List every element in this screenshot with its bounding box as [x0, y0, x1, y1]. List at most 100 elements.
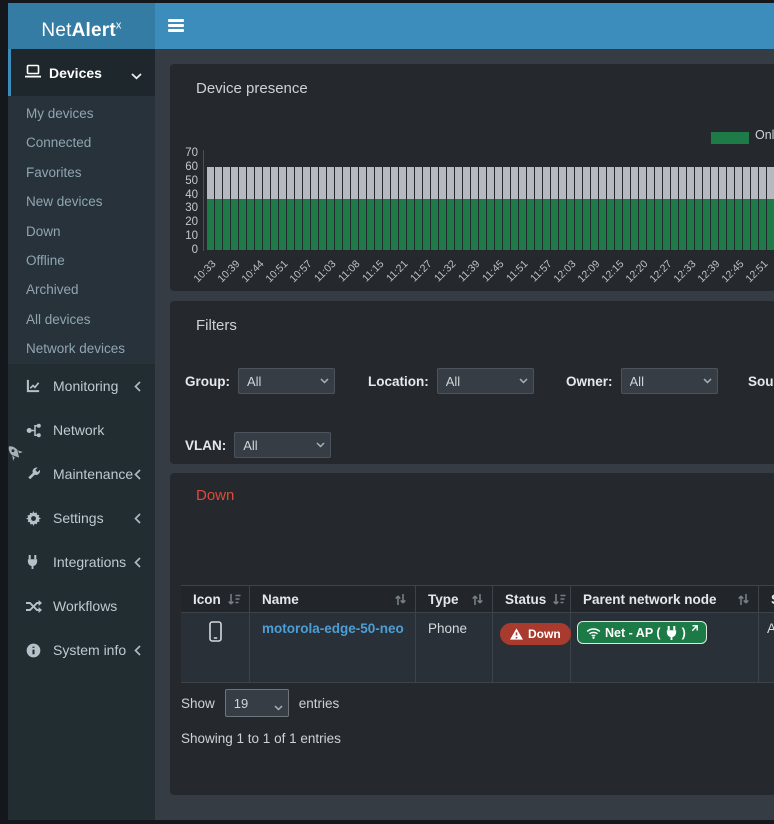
presence-bar	[631, 167, 638, 250]
y-tick-label: 30	[170, 201, 198, 215]
sort-amount-icon	[227, 593, 241, 606]
sidebar-item-workflows[interactable]: Workflows	[8, 584, 155, 628]
sidebar-item-settings[interactable]: Settings	[8, 496, 155, 540]
y-tick-label: 0	[170, 243, 198, 257]
page-size-row: Show 19 entries	[181, 689, 339, 717]
mobile-phone-icon	[209, 621, 222, 642]
filter-select-wrap: All	[621, 368, 718, 394]
presence-bar	[479, 167, 486, 250]
presence-bar	[711, 167, 718, 250]
presence-bar	[311, 167, 318, 250]
sort-both-icon	[737, 593, 750, 606]
chevron-left-icon	[134, 469, 141, 480]
column-header-icon[interactable]: Icon	[181, 586, 250, 612]
presence-bar	[423, 167, 430, 250]
column-header-name[interactable]: Name	[250, 586, 416, 612]
filter-select-vlan[interactable]: All	[234, 432, 331, 458]
presence-bar	[519, 167, 526, 250]
column-header-parent-network-node[interactable]: Parent network node	[571, 586, 759, 612]
hamburger-icon[interactable]	[168, 19, 186, 33]
filter-select-wrap: All	[437, 368, 534, 394]
presence-bar	[583, 167, 590, 250]
filter-select-location[interactable]: All	[437, 368, 534, 394]
presence-bar	[415, 167, 422, 250]
parent-node-label: Net - AP (	[605, 626, 661, 640]
presence-bar	[223, 167, 230, 250]
sidebar-item-label: Maintenance	[53, 466, 133, 482]
presence-bar	[727, 167, 734, 250]
sidebar-item-connected[interactable]: Connected	[8, 128, 155, 157]
parent-node-cell: Net - AP ()	[571, 613, 759, 682]
app-logo[interactable]: NetAlertx	[8, 3, 155, 49]
plug-icon	[665, 626, 678, 640]
sidebar-item-label: Monitoring	[53, 378, 118, 394]
sidebar-item-integrations[interactable]: Integrations	[8, 540, 155, 584]
presence-bar	[383, 167, 390, 250]
sort-both-icon	[394, 593, 407, 606]
sidebar-item-network-devices[interactable]: Network devices	[8, 334, 155, 363]
sidebar-item-system-info[interactable]: System info	[8, 628, 155, 672]
sidebar-item-all-devices[interactable]: All devices	[8, 305, 155, 334]
wifi-icon	[586, 627, 601, 639]
filter-select-group[interactable]: All	[238, 368, 335, 394]
presence-bar	[615, 167, 622, 250]
sidebar-item-my-devices[interactable]: My devices	[8, 99, 155, 128]
devices-submenu: My devicesConnectedFavoritesNew devicesD…	[8, 96, 155, 364]
column-header-status[interactable]: Status	[493, 586, 571, 612]
warning-triangle-icon	[510, 628, 523, 640]
legend-online-label[interactable]: Online	[755, 128, 774, 142]
y-tick-label: 70	[170, 146, 198, 160]
filters-panel: Filters Group:AllLocation:AllOwner:AllSo…	[170, 301, 774, 464]
filter-location: Location:All	[368, 367, 534, 395]
chevron-left-icon	[134, 645, 141, 656]
sidebar-item-offline[interactable]: Offline	[8, 246, 155, 275]
sidebar-item-new-devices[interactable]: New devices	[8, 187, 155, 216]
presence-bar	[687, 167, 694, 250]
plug-icon	[26, 555, 44, 569]
presence-bar	[559, 167, 566, 250]
sidebar-item-devices[interactable]: Devices	[8, 49, 155, 96]
presence-bar	[487, 167, 494, 250]
presence-bar	[231, 167, 238, 250]
sidebar-item-archived[interactable]: Archived	[8, 275, 155, 304]
filter-vlan: VLAN: All	[185, 431, 331, 459]
presence-bar	[751, 167, 758, 250]
sidebar-item-maintenance[interactable]: Maintenance	[8, 452, 155, 496]
sidebar-item-label: Settings	[53, 510, 104, 526]
sidebar-item-favorites[interactable]: Favorites	[8, 158, 155, 187]
rocket-icon[interactable]	[6, 444, 24, 467]
column-header-s[interactable]: S	[759, 586, 774, 612]
presence-bar	[511, 167, 518, 250]
sort-amount-icon	[552, 593, 566, 606]
column-label: Status	[505, 592, 546, 607]
presence-bar	[527, 167, 534, 250]
device-presence-panel: Device presence Online 010203040506070 1…	[170, 64, 774, 291]
sidebar-item-monitoring[interactable]: Monitoring	[8, 364, 155, 408]
presence-bar	[543, 167, 550, 250]
parent-node-badge[interactable]: Net - AP ()	[577, 621, 707, 644]
sidebar-item-label: Devices	[49, 65, 102, 81]
column-header-type[interactable]: Type	[416, 586, 493, 612]
presence-bar	[767, 167, 774, 250]
filter-label: VLAN:	[185, 438, 226, 453]
page-size-select[interactable]: 19	[225, 689, 289, 717]
presence-bar	[647, 167, 654, 250]
panel-title: Filters	[196, 317, 237, 334]
sidebar-item-down[interactable]: Down	[8, 217, 155, 246]
external-link-icon	[690, 625, 698, 633]
devices-table: Icon Name Type Status Parent network nodeSmo…	[181, 585, 774, 683]
device-icon-cell	[181, 613, 250, 682]
content-area: Device presence Online 010203040506070 1…	[155, 49, 774, 820]
sidebar-item-network[interactable]: Network	[8, 408, 155, 452]
info-icon	[26, 643, 44, 658]
presence-bar	[591, 167, 598, 250]
presence-bar	[327, 167, 334, 250]
legend-online-swatch[interactable]	[711, 132, 749, 144]
column-label: Name	[262, 592, 299, 607]
device-name-link[interactable]: motorola-edge-50-neo	[262, 621, 404, 636]
presence-bar	[367, 167, 374, 250]
filter-select-owner[interactable]: All	[621, 368, 718, 394]
presence-bar	[303, 167, 310, 250]
table-header-row: Icon Name Type Status Parent network nodeS	[181, 585, 774, 613]
chevron-left-icon	[134, 557, 141, 568]
